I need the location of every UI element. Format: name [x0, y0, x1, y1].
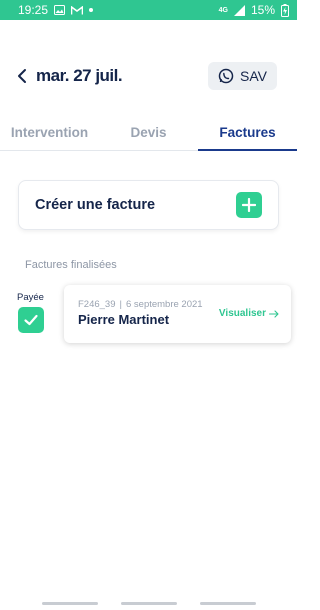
- status-left: 19:25: [18, 3, 94, 17]
- nav-recents-button[interactable]: [41, 601, 98, 605]
- paid-label: Payée: [17, 292, 44, 303]
- sav-label: SAV: [240, 68, 267, 84]
- sav-button[interactable]: SAV: [208, 62, 277, 90]
- nav-back-button[interactable]: [199, 601, 256, 605]
- add-invoice-button[interactable]: [236, 192, 262, 218]
- system-nav-bar: [0, 596, 297, 610]
- paid-checkbox[interactable]: [18, 307, 44, 333]
- invoice-separator: |: [119, 299, 122, 310]
- create-invoice-label: Créer une facture: [35, 197, 156, 213]
- view-invoice-label[interactable]: Visualiser: [219, 308, 266, 319]
- section-title: Factures finalisées: [25, 259, 117, 271]
- invoice-number: F246_39: [78, 299, 116, 310]
- gmail-icon: [71, 5, 84, 15]
- network-4g-icon: 4G: [219, 7, 228, 14]
- whatsapp-icon: [218, 68, 234, 84]
- create-invoice-card[interactable]: Créer une facture: [18, 180, 279, 230]
- tab-factures[interactable]: Factures: [198, 115, 297, 151]
- invoice-card[interactable]: F246_39 | 6 septembre 2021 Pierre Martin…: [64, 285, 291, 343]
- tab-intervention[interactable]: Intervention: [0, 115, 99, 150]
- page-title: mar. 27 juil.: [36, 66, 123, 85]
- nav-home-button[interactable]: [120, 601, 177, 605]
- status-bar: 19:25 4G 15%: [0, 0, 297, 20]
- status-right: 4G 15%: [219, 3, 289, 17]
- notification-dot-icon: [89, 8, 94, 12]
- battery-charging-icon: [281, 3, 289, 17]
- chevron-left-icon[interactable]: [14, 68, 30, 84]
- view-invoice-link[interactable]: Visualiser: [219, 308, 279, 319]
- arrow-right-icon: [269, 309, 279, 318]
- check-icon: [24, 314, 38, 326]
- tab-devis[interactable]: Devis: [99, 115, 198, 150]
- tab-bar: Intervention Devis Factures: [0, 115, 297, 151]
- gallery-icon: [54, 5, 66, 15]
- back-button[interactable]: mar. 27 juil.: [14, 66, 123, 86]
- status-time: 19:25: [18, 3, 49, 17]
- signal-icon: [233, 4, 245, 16]
- invoice-date: 6 septembre 2021: [125, 299, 203, 310]
- network-label: 4G: [218, 6, 228, 14]
- header: mar. 27 juil. SAV: [0, 58, 297, 94]
- battery-percent: 15%: [250, 3, 275, 17]
- paid-status: Payée: [16, 292, 46, 333]
- plus-icon: [242, 198, 256, 212]
